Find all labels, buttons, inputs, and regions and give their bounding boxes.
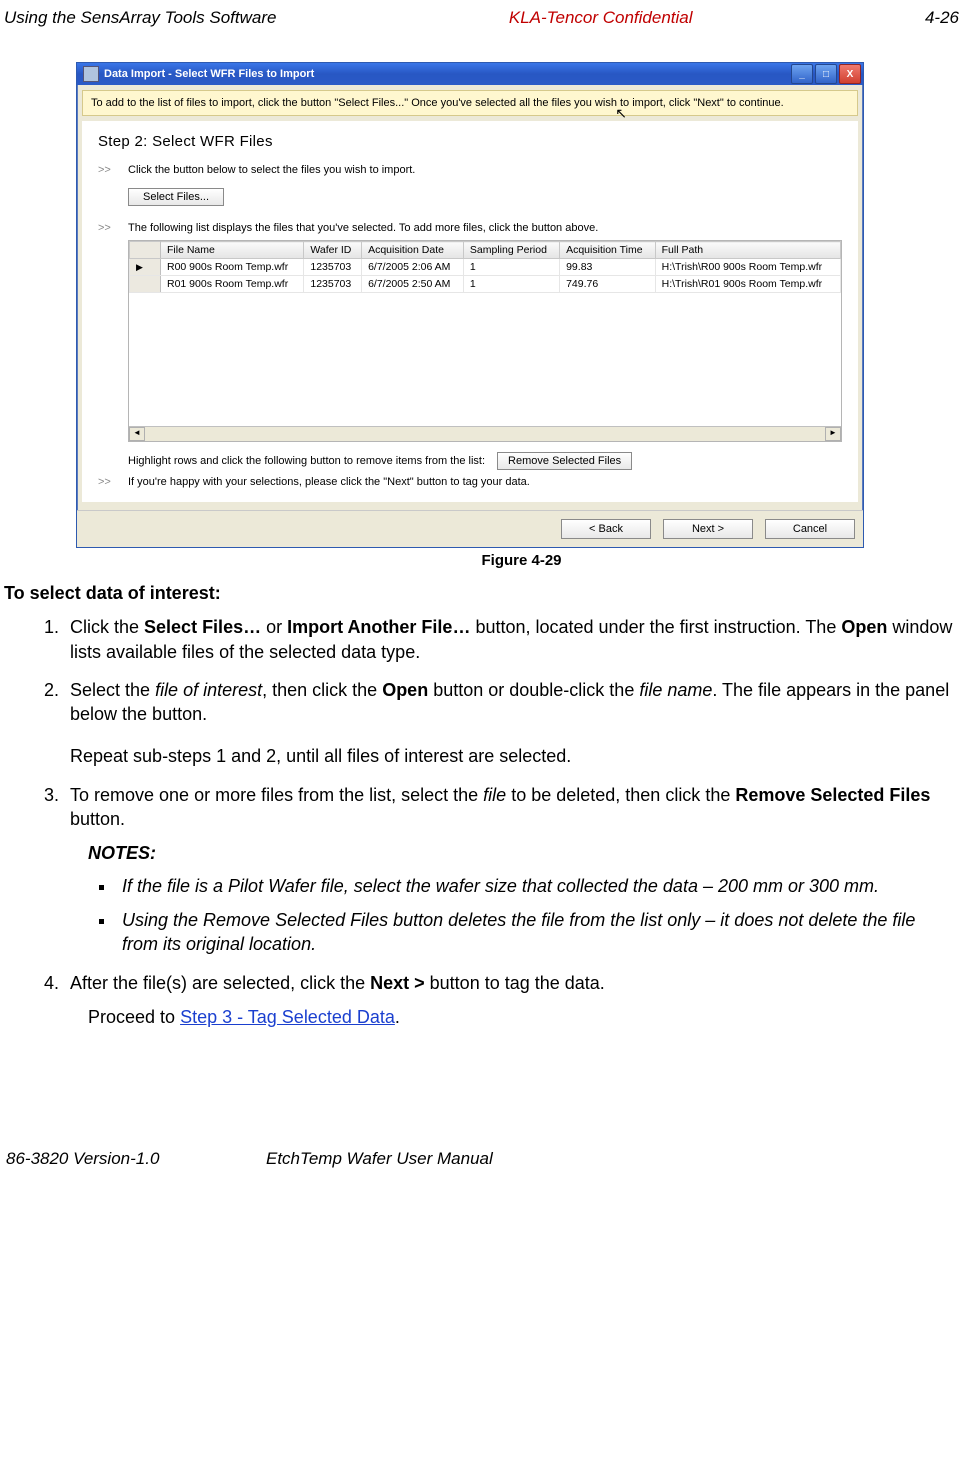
cell: 6/7/2005 2:06 AM <box>362 259 464 276</box>
instruction-2-text: The following list displays the files th… <box>128 222 598 234</box>
nav-row: < Back Next > Cancel <box>77 510 863 547</box>
cell: H:\Trish\R00 900s Room Temp.wfr <box>655 259 840 276</box>
file-grid[interactable]: File Name Wafer ID Acquisition Date Samp… <box>128 240 842 442</box>
minimize-icon[interactable]: _ <box>791 64 813 84</box>
remove-selected-button[interactable]: Remove Selected Files <box>497 452 632 470</box>
info-bar: To add to the list of files to import, c… <box>82 90 858 116</box>
sub-text: Repeat sub-steps 1 and 2, until all file… <box>70 744 963 768</box>
col-waferid[interactable]: Wafer ID <box>304 242 362 259</box>
maximize-icon[interactable]: □ <box>815 64 837 84</box>
instruction-2: >> The following list displays the files… <box>98 222 842 234</box>
cursor-icon: ↖ <box>615 105 627 122</box>
instruction-3: >> If you're happy with your selections,… <box>98 476 842 488</box>
instruction-1: >> Click the button below to select the … <box>98 164 842 176</box>
list-item: After the file(s) are selected, click th… <box>64 971 963 1030</box>
cell: H:\Trish\R01 900s Room Temp.wfr <box>655 276 840 293</box>
col-filename[interactable]: File Name <box>161 242 304 259</box>
figure-caption: Figure 4-29 <box>76 552 967 569</box>
header-right: 4-26 <box>925 8 959 28</box>
screenshot-figure: Data Import - Select WFR Files to Import… <box>76 62 967 569</box>
dialog-content: Step 2: Select WFR Files >> Click the bu… <box>82 121 858 502</box>
cell: 749.76 <box>560 276 656 293</box>
col-fullpath[interactable]: Full Path <box>655 242 840 259</box>
sub-text: Proceed to Step 3 - Tag Selected Data. <box>88 1005 963 1029</box>
cell: 1235703 <box>304 276 362 293</box>
scroll-left-icon[interactable]: ◄ <box>129 427 145 441</box>
select-files-button[interactable]: Select Files... <box>128 188 224 206</box>
chevron-icon: >> <box>98 476 128 488</box>
grid-scrollbar[interactable]: ◄ ► <box>129 426 841 441</box>
back-button[interactable]: < Back <box>561 519 651 539</box>
list-item: Select the file of interest, then click … <box>64 678 963 769</box>
notes-heading: NOTES: <box>88 841 963 865</box>
note-item: If the file is a Pilot Wafer file, selec… <box>116 874 951 898</box>
footer-left: 86-3820 Version-1.0 <box>6 1149 266 1169</box>
cell: 1 <box>463 259 559 276</box>
col-acqdate[interactable]: Acquisition Date <box>362 242 464 259</box>
table-row[interactable]: R01 900s Room Temp.wfr 1235703 6/7/2005 … <box>130 276 841 293</box>
cell: 6/7/2005 2:50 AM <box>362 276 464 293</box>
instruction-3-text: If you're happy with your selections, pl… <box>128 476 530 488</box>
cell: 99.83 <box>560 259 656 276</box>
section-heading: To select data of interest: <box>4 581 963 605</box>
page-footer: 86-3820 Version-1.0 EtchTemp Wafer User … <box>0 1149 967 1179</box>
row-marker-icon: ▶ <box>136 262 143 272</box>
remove-row: Highlight rows and click the following b… <box>128 452 842 470</box>
scroll-right-icon[interactable]: ► <box>825 427 841 441</box>
footer-mid: EtchTemp Wafer User Manual <box>266 1149 493 1169</box>
list-item: Click the Select Files… or Import Anothe… <box>64 615 963 664</box>
cancel-button[interactable]: Cancel <box>765 519 855 539</box>
chevron-icon: >> <box>98 164 128 176</box>
cell: 1 <box>463 276 559 293</box>
col-acqtime[interactable]: Acquisition Time <box>560 242 656 259</box>
dialog-window: Data Import - Select WFR Files to Import… <box>76 62 864 548</box>
page-header: Using the SensArray Tools Software KLA-T… <box>0 0 967 32</box>
cell: 1235703 <box>304 259 362 276</box>
next-button[interactable]: Next > <box>663 519 753 539</box>
document-body: To select data of interest: Click the Se… <box>0 581 967 1029</box>
header-mid: KLA-Tencor Confidential <box>509 8 693 28</box>
chevron-icon: >> <box>98 222 128 234</box>
cell: R01 900s Room Temp.wfr <box>161 276 304 293</box>
list-item: To remove one or more files from the lis… <box>64 783 963 957</box>
header-left: Using the SensArray Tools Software <box>4 8 276 28</box>
window-title: Data Import - Select WFR Files to Import <box>104 68 314 80</box>
info-text: To add to the list of files to import, c… <box>91 97 784 109</box>
instruction-1-text: Click the button below to select the fil… <box>128 164 415 176</box>
remove-label: Highlight rows and click the following b… <box>128 455 485 467</box>
step3-link[interactable]: Step 3 - Tag Selected Data <box>180 1007 395 1027</box>
app-icon <box>83 66 99 82</box>
table-row[interactable]: ▶ R00 900s Room Temp.wfr 1235703 6/7/200… <box>130 259 841 276</box>
note-item: Using the Remove Selected Files button d… <box>116 908 951 957</box>
cell: R00 900s Room Temp.wfr <box>161 259 304 276</box>
step-title: Step 2: Select WFR Files <box>98 133 842 150</box>
close-icon[interactable]: X <box>839 64 861 84</box>
titlebar: Data Import - Select WFR Files to Import… <box>77 63 863 85</box>
col-sampling[interactable]: Sampling Period <box>463 242 559 259</box>
grid-header-row: File Name Wafer ID Acquisition Date Samp… <box>130 242 841 259</box>
